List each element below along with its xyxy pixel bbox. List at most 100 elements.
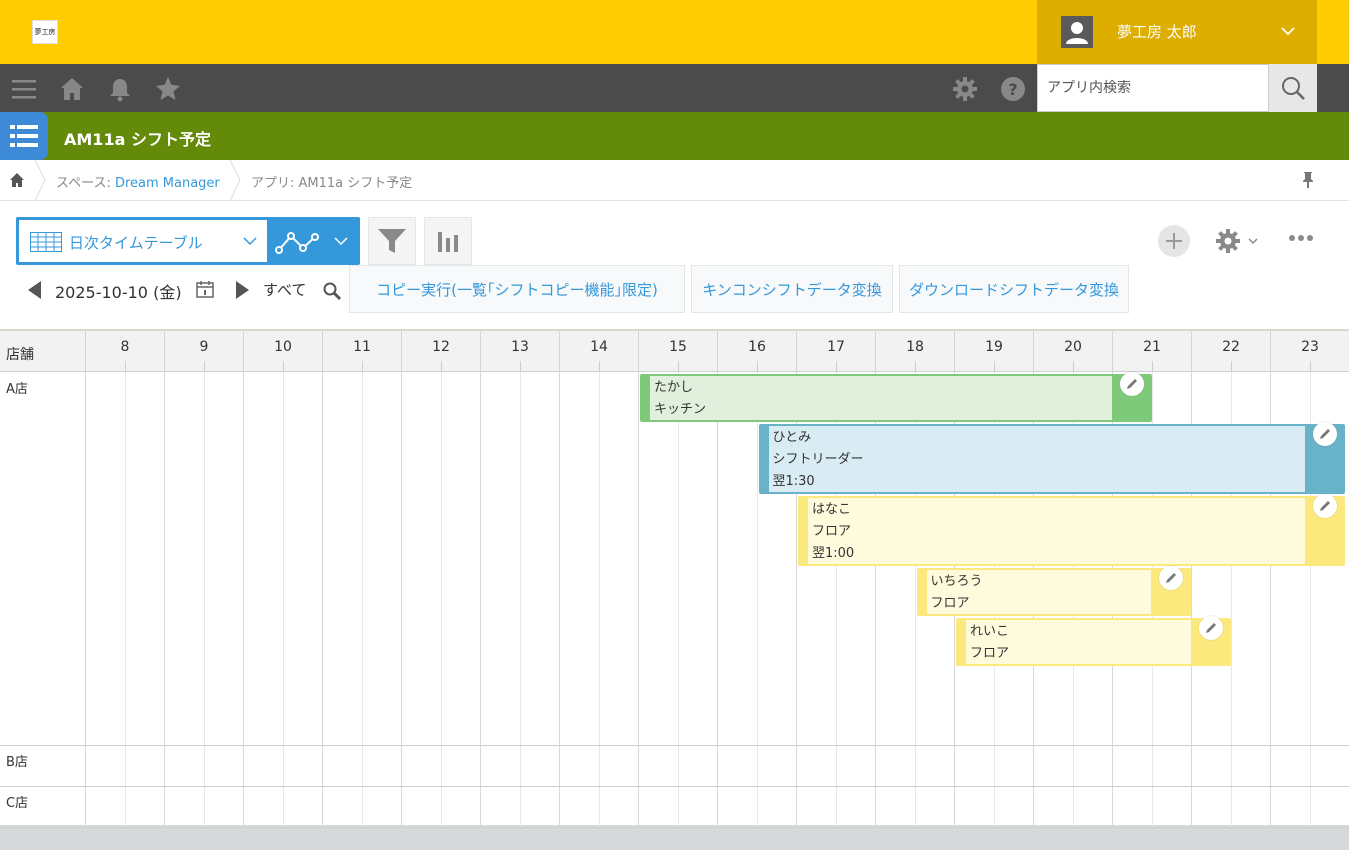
hour-tick (993, 361, 995, 372)
settings-menu-icon[interactable] (1214, 227, 1262, 255)
store-label: B店 (6, 755, 28, 770)
breadcrumb-separator (34, 160, 46, 201)
edit-shift-button[interactable] (1119, 372, 1144, 396)
hour-tick (598, 361, 600, 372)
hour-tick (677, 361, 679, 372)
app-title: AM11a シフト予定 (64, 130, 211, 149)
list-app-icon (10, 125, 38, 147)
filter-all-label[interactable]: すべて (263, 279, 306, 300)
store-row-divider (0, 827, 1349, 828)
shift-block[interactable]: れいこ フロア (956, 616, 1231, 666)
graph-button[interactable] (424, 217, 472, 265)
hour-tick (519, 361, 521, 372)
chevron-down-icon (243, 237, 257, 246)
half-hour-gridline (519, 372, 521, 827)
shift-color-stripe (760, 426, 769, 492)
user-menu[interactable]: 夢工房 太郎 (1037, 0, 1317, 64)
pin-icon[interactable] (1300, 171, 1316, 189)
shift-color-stripe (642, 376, 650, 420)
previous-day-icon[interactable] (28, 281, 42, 299)
search-icon[interactable] (322, 281, 342, 301)
shift-details: はなこフロア翌1:00 (808, 498, 858, 564)
menu-icon[interactable] (11, 76, 37, 102)
shift-color-stripe (800, 498, 808, 564)
breadcrumb-space: スペース: Dream Manager (56, 172, 220, 191)
hour-gridline (243, 372, 244, 827)
half-hour-gridline (361, 372, 363, 827)
shift-details: たかし キッチン (650, 376, 710, 420)
hour-gridline (638, 372, 639, 827)
svg-text:?: ? (1008, 80, 1017, 99)
help-icon[interactable]: ? (1000, 76, 1026, 102)
view-selector[interactable]: 日次タイムテーブル (16, 217, 360, 265)
hour-tick (203, 361, 205, 372)
logo-text: 夢工房 (34, 28, 56, 36)
pencil-icon (1320, 429, 1330, 439)
edit-shift-button[interactable] (1198, 616, 1223, 640)
top-header: 夢工房 夢工房 太郎 (0, 0, 1349, 64)
home-icon[interactable] (9, 172, 25, 188)
half-hour-gridline (440, 372, 442, 827)
company-logo[interactable]: 夢工房 (32, 20, 58, 44)
hour-tick (835, 361, 837, 372)
breadcrumb: スペース: Dream Manager アプリ: AM11a シフト予定 (0, 160, 1349, 201)
edit-shift-button[interactable] (1159, 566, 1183, 590)
shift-employee-name: はなこ (812, 502, 852, 517)
more-options-icon[interactable] (1288, 233, 1314, 243)
funnel-icon (378, 229, 406, 253)
shift-block[interactable]: たかし キッチン (640, 372, 1152, 422)
app-search (1037, 64, 1269, 112)
shift-employee-name: ひとみ (772, 430, 812, 445)
current-date: 2025-10-10 (金) (55, 283, 182, 302)
add-record-button[interactable] (1158, 225, 1190, 257)
half-hour-gridline (756, 372, 758, 827)
hour-tick (440, 361, 442, 372)
space-link[interactable]: Dream Manager (115, 176, 220, 191)
next-day-icon[interactable] (235, 281, 249, 299)
shift-role: フロア (970, 646, 1010, 661)
star-icon[interactable] (155, 76, 181, 102)
view-dropdown[interactable]: 日次タイムテーブル (19, 220, 267, 262)
avatar (1061, 16, 1093, 48)
download-convert-button[interactable]: ダウンロードシフトデータ変換 (899, 265, 1129, 313)
timetable: 店舗 8 9 10 11 12 13 14 15 16 17 18 19 20 21 22 23 A店 B店 C店… (0, 329, 1349, 828)
breadcrumb-app[interactable]: アプリ: AM11a シフト予定 (251, 172, 412, 191)
shift-details: ひとみシフトリーダー 翌1:30 (769, 426, 868, 492)
hour-gridline (322, 372, 323, 827)
bell-icon[interactable] (107, 76, 133, 102)
edit-shift-button[interactable] (1313, 422, 1337, 446)
hour-gridline (401, 372, 402, 827)
pencil-icon (1205, 623, 1216, 633)
store-row-divider (0, 786, 1349, 787)
shift-employee-name: れいこ (970, 624, 1010, 639)
view-name: 日次タイムテーブル (69, 234, 203, 252)
hour-tick (282, 361, 284, 372)
shift-employee-name: いちろう (930, 574, 983, 589)
hour-gridline (164, 372, 165, 827)
graph-view-icon[interactable] (275, 227, 355, 257)
shift-end-note: 翌1:30 (772, 474, 815, 489)
search-input[interactable] (1038, 65, 1268, 111)
shift-role: フロア (812, 524, 852, 539)
breadcrumb-separator (229, 160, 241, 201)
shift-color-stripe (958, 620, 966, 664)
shift-block[interactable]: いちろう フロア (916, 566, 1191, 616)
chevron-down-icon (1281, 27, 1295, 36)
shift-role: シフトリーダー (772, 452, 864, 467)
search-button[interactable] (1269, 64, 1317, 112)
main-content: 日次タイムテーブル 2025-10-10 (金) すべて コピー実行(一覧｢シフ… (0, 201, 1349, 828)
filter-button[interactable] (368, 217, 416, 265)
hour-tick (1230, 361, 1232, 372)
kincon-convert-button[interactable]: キンコンシフトデータ変換 (691, 265, 893, 313)
shift-block[interactable]: はなこフロア翌1:00 (798, 494, 1345, 566)
half-hour-gridline (677, 372, 679, 827)
copy-execute-button[interactable]: コピー実行(一覧｢シフトコピー機能｣限定) (349, 265, 685, 313)
shift-end-note: 翌1:00 (812, 546, 855, 561)
table-icon (30, 232, 62, 252)
shift-block[interactable]: ひとみシフトリーダー 翌1:30 (758, 422, 1345, 494)
home-icon[interactable] (59, 76, 85, 102)
calendar-icon[interactable] (196, 280, 214, 298)
edit-shift-button[interactable] (1313, 494, 1337, 518)
gear-icon[interactable] (952, 76, 978, 102)
half-hour-gridline (598, 372, 600, 827)
